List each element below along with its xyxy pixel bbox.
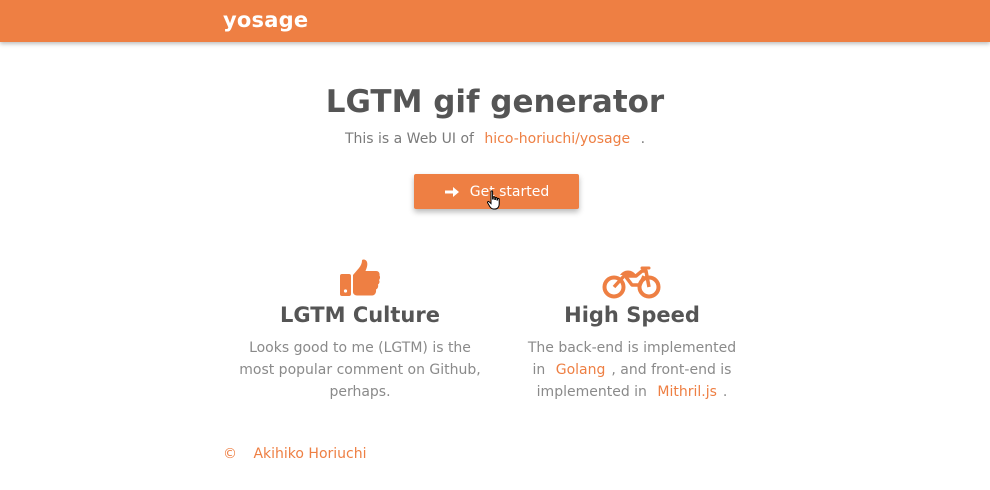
- feature-description: The back-end is implemented in Golang, a…: [502, 337, 762, 403]
- author-link[interactable]: Akihiko Horiuchi: [247, 446, 372, 462]
- feature-text-part: The back-end is implemented: [527, 340, 737, 356]
- feature-description: Looks good to me (LGTM) is the most popu…: [239, 340, 481, 400]
- feature-text-part: implemented in: [536, 384, 647, 400]
- feature-text-part: in: [532, 362, 546, 378]
- feature-title: High Speed: [564, 303, 700, 327]
- mithril-link[interactable]: Mithril.js: [651, 384, 723, 400]
- page-subtitle: This is a Web UI of hico-horiuchi/yosage…: [0, 131, 990, 147]
- copyright-symbol: ©: [223, 446, 237, 462]
- golang-link[interactable]: Golang: [550, 362, 612, 378]
- top-navbar: yosage: [0, 0, 990, 42]
- brand-link[interactable]: yosage: [223, 8, 308, 32]
- get-started-label: Get started: [469, 183, 550, 200]
- feature-lgtm-culture: LGTM Culture Looks good to me (LGTM) is …: [230, 255, 490, 403]
- feature-text-part: .: [722, 384, 728, 400]
- footer: © Akihiko Horiuchi: [223, 446, 373, 462]
- motorcycle-icon: [502, 255, 762, 299]
- thumbs-up-icon: [230, 255, 490, 299]
- subtitle-prefix: This is a Web UI of: [344, 131, 474, 147]
- arrow-right-icon: [444, 184, 460, 200]
- feature-text-part: , and front-end is: [611, 362, 732, 378]
- feature-high-speed: High Speed The back-end is implemented i…: [502, 255, 762, 403]
- page-title: LGTM gif generator: [325, 84, 665, 120]
- feature-title: LGTM Culture: [280, 303, 440, 327]
- subtitle-suffix: .: [640, 131, 646, 147]
- hand-pointer-cursor-icon: [486, 190, 504, 212]
- repo-link[interactable]: hico-horiuchi/yosage: [478, 131, 636, 147]
